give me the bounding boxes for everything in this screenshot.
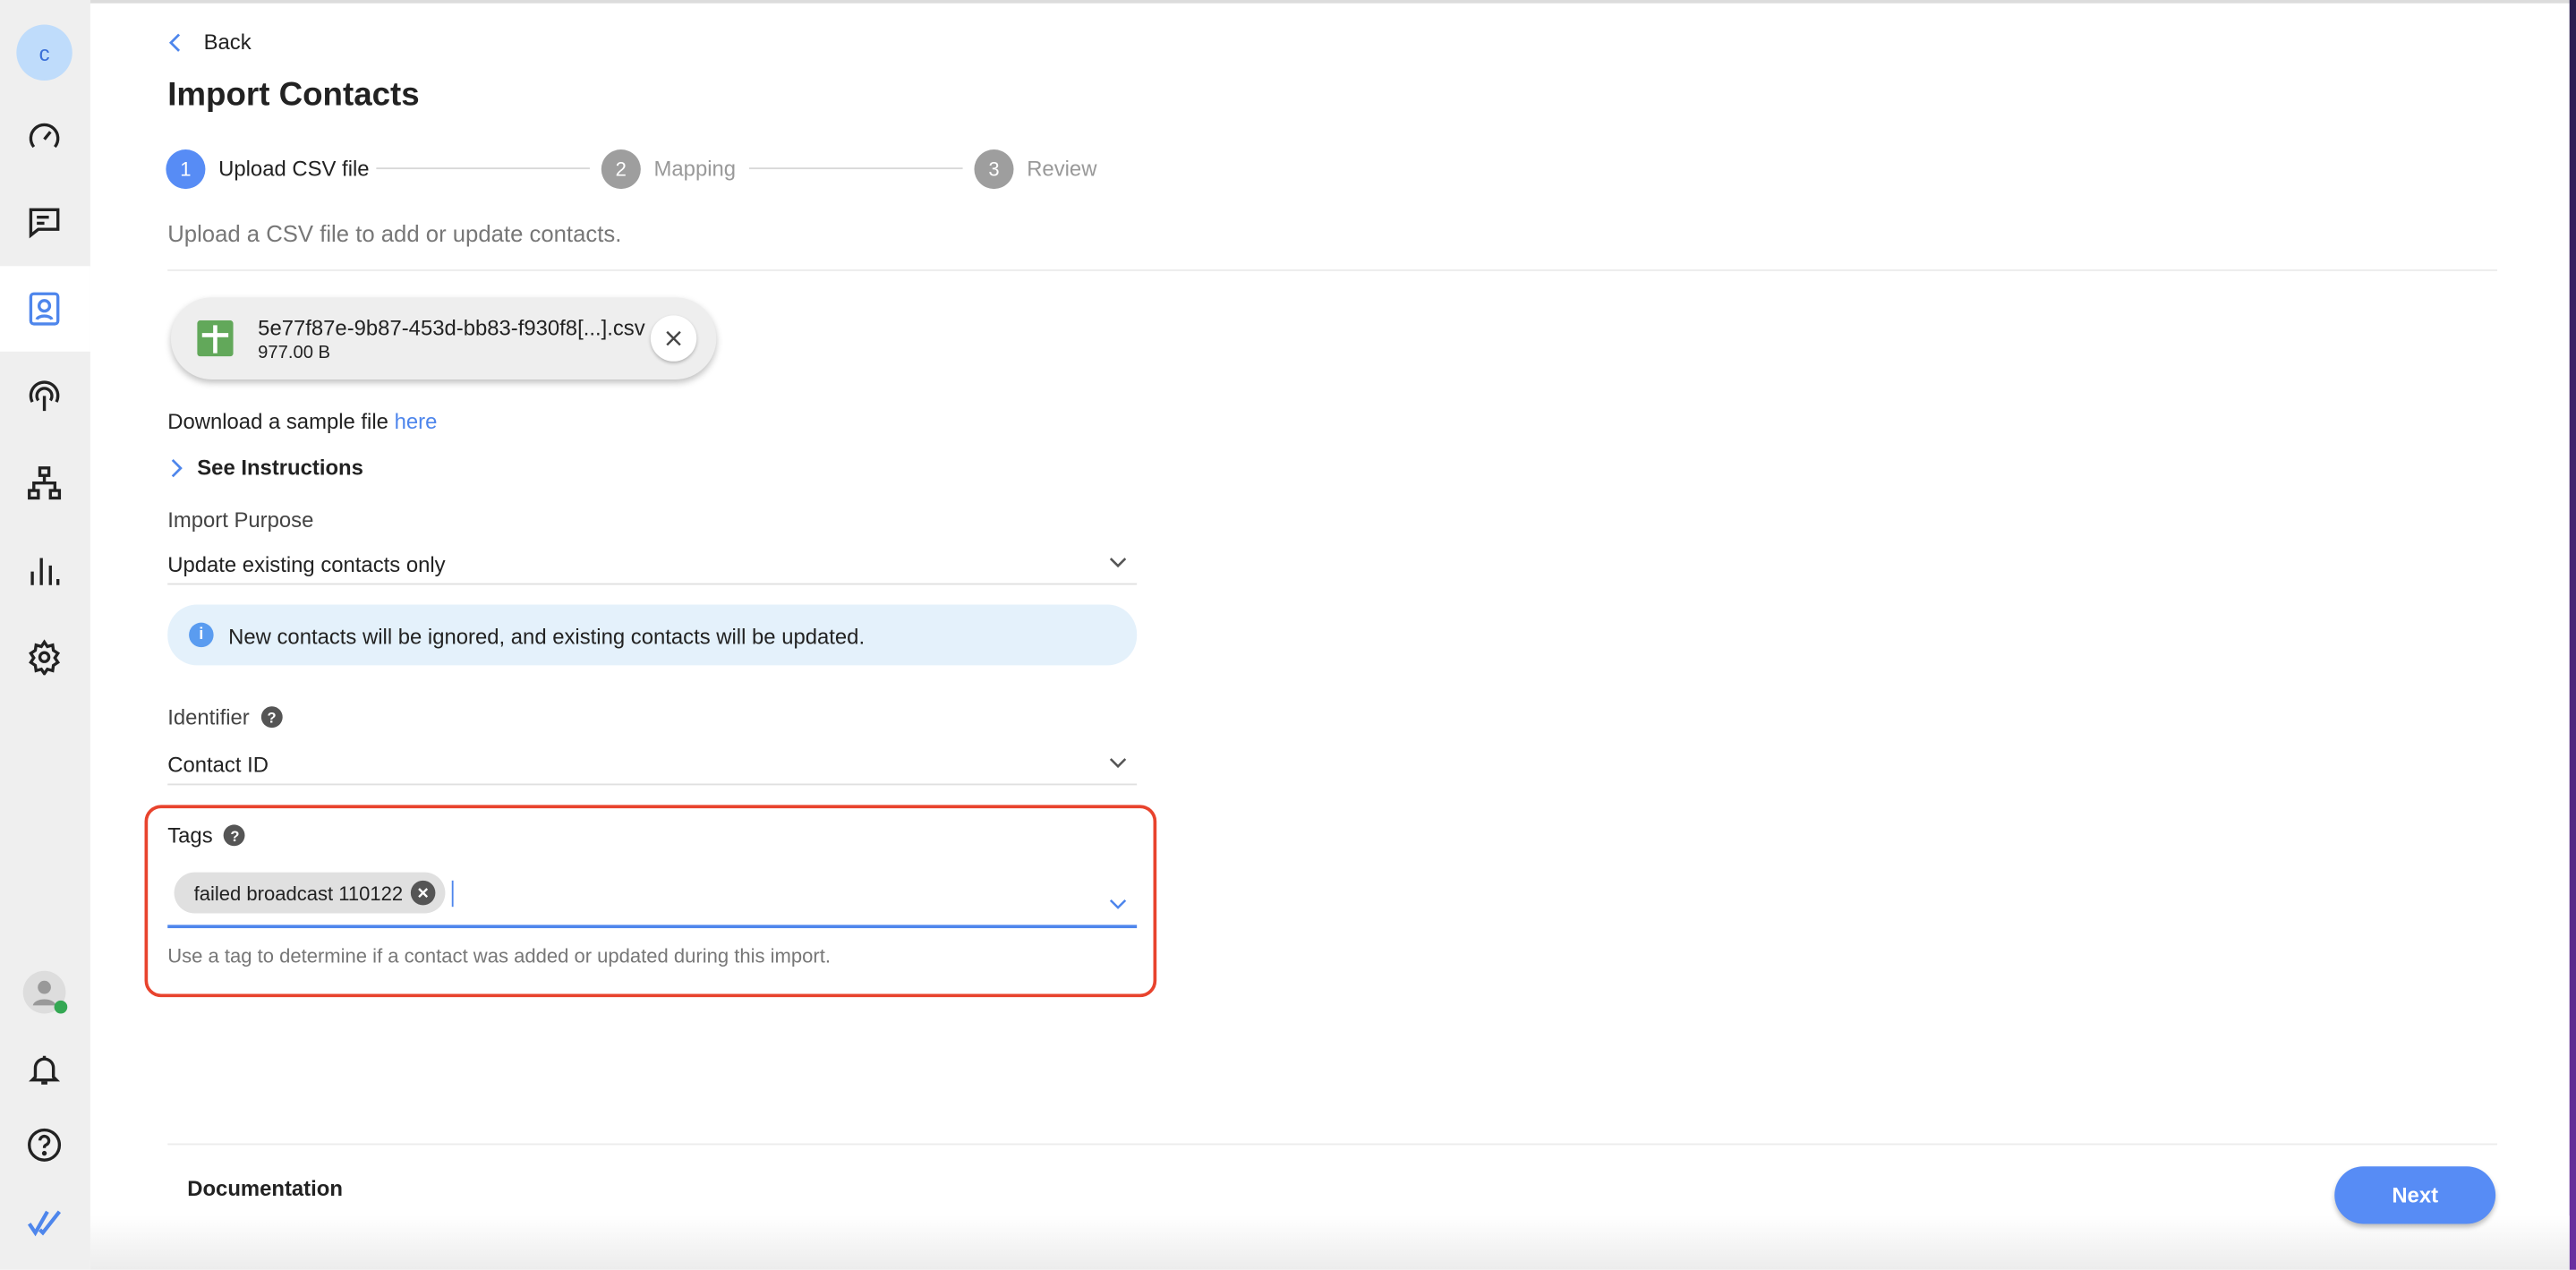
file-size: 977.00 B xyxy=(258,343,331,363)
documentation-link[interactable]: Documentation xyxy=(187,1176,343,1201)
messages-icon[interactable] xyxy=(25,202,64,242)
see-instructions-toggle[interactable]: See Instructions xyxy=(169,455,363,480)
tags-helper-text: Use a tag to determine if a contact was … xyxy=(167,944,831,968)
tag-chip: failed broadcast 110122 xyxy=(174,872,446,914)
page-description: Upload a CSV file to add or update conta… xyxy=(167,219,622,247)
remove-tag-button[interactable] xyxy=(411,880,436,906)
step-3-number: 3 xyxy=(974,149,1014,190)
step-connector xyxy=(376,167,590,170)
bottom-shadow xyxy=(90,1215,2570,1270)
window-edge xyxy=(2569,0,2576,1270)
workflow-icon[interactable] xyxy=(25,464,64,503)
next-button[interactable]: Next xyxy=(2334,1166,2496,1224)
identifier-label: Identifier xyxy=(167,704,250,729)
bell-icon[interactable] xyxy=(25,1050,64,1089)
csv-file-icon xyxy=(197,320,234,357)
close-icon xyxy=(418,888,429,899)
back-link[interactable]: Back xyxy=(167,30,252,55)
select-underline xyxy=(167,783,1138,786)
tags-label: Tags xyxy=(167,823,213,848)
user-avatar[interactable] xyxy=(22,970,68,1014)
help-tooltip-icon[interactable]: ? xyxy=(260,706,283,729)
workspace-avatar[interactable]: c xyxy=(16,24,73,81)
chevron-down-icon xyxy=(1109,558,1127,568)
sample-file-text: Download a sample file here xyxy=(167,409,437,434)
top-border xyxy=(0,0,2576,4)
info-banner: i New contacts will be ignored, and exis… xyxy=(167,604,1138,666)
sample-file-link[interactable]: here xyxy=(395,409,438,434)
online-status-dot xyxy=(54,1000,68,1014)
broadcast-icon[interactable] xyxy=(25,376,64,415)
sample-text: Download a sample file xyxy=(167,409,395,434)
step-1-number: 1 xyxy=(166,149,206,190)
dashboard-icon[interactable] xyxy=(25,116,64,156)
close-icon xyxy=(666,330,681,346)
see-instructions-label: See Instructions xyxy=(197,455,363,480)
import-purpose-value: Update existing contacts only xyxy=(167,551,446,577)
tag-chip-label: failed broadcast 110122 xyxy=(193,881,404,905)
reports-icon[interactable] xyxy=(25,550,64,590)
divider xyxy=(167,269,2497,271)
info-icon: i xyxy=(189,622,214,648)
info-message: New contacts will be ignored, and existi… xyxy=(228,624,866,650)
chevron-left-icon xyxy=(168,32,181,51)
step-2-label: Mapping xyxy=(653,156,737,181)
identifier-label-row: Identifier ? xyxy=(167,704,283,729)
tags-label-row: Tags ? xyxy=(167,823,246,848)
step-3-label: Review xyxy=(1027,156,1097,181)
identifier-value: Contact ID xyxy=(167,752,269,778)
step-2-number: 2 xyxy=(601,149,641,190)
logo-icon xyxy=(25,1203,64,1242)
file-name: 5e77f87e-9b87-453d-bb83-f930f8[...].csv xyxy=(258,315,645,340)
settings-icon[interactable] xyxy=(25,637,64,677)
import-purpose-select[interactable]: Update existing contacts only xyxy=(167,542,1138,585)
page-title: Import Contacts xyxy=(167,77,420,114)
chevron-down-icon xyxy=(1109,758,1127,769)
step-connector xyxy=(748,167,963,170)
uploaded-file-chip: 5e77f87e-9b87-453d-bb83-f930f8[...].csv … xyxy=(170,297,717,380)
select-underline xyxy=(167,583,1138,585)
input-underline-focused xyxy=(167,925,1138,929)
back-label: Back xyxy=(203,30,252,55)
help-tooltip-icon[interactable]: ? xyxy=(224,824,246,847)
chevron-right-icon xyxy=(171,458,183,477)
import-purpose-label: Import Purpose xyxy=(167,507,314,533)
chevron-down-icon[interactable] xyxy=(1109,899,1127,910)
remove-file-button[interactable] xyxy=(650,315,697,362)
help-icon[interactable] xyxy=(25,1125,64,1164)
contacts-icon[interactable] xyxy=(25,289,64,328)
identifier-select[interactable]: Contact ID xyxy=(167,743,1138,786)
footer-divider xyxy=(167,1143,2497,1146)
step-1-label: Upload CSV file xyxy=(218,156,370,181)
text-cursor xyxy=(451,880,454,908)
